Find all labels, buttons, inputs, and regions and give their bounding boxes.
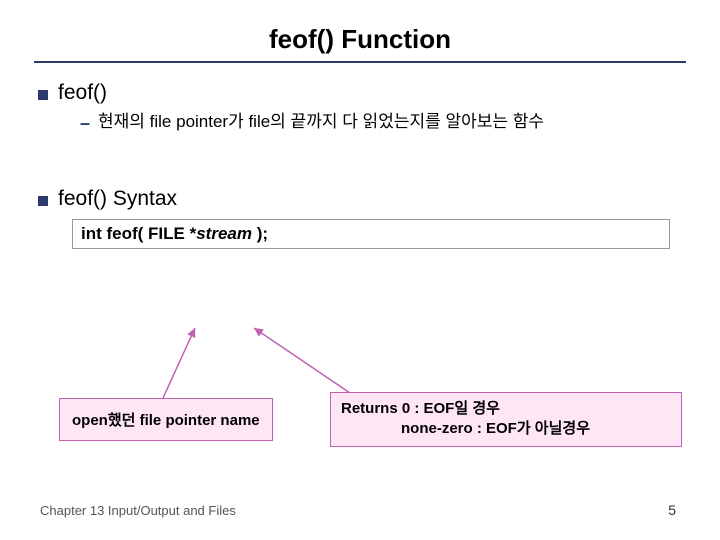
section1-desc-text: 현재의 file pointer가 file의 끝까지 다 읽었는지를 알아보는… bbox=[98, 111, 544, 134]
code-post: ); bbox=[252, 224, 268, 243]
annotation-left-text: open했던 file pointer name bbox=[72, 412, 260, 429]
footer-text: Chapter 13 Input/Output and Files bbox=[40, 503, 236, 518]
slide: feof() Function feof() – 현재의 file pointe… bbox=[0, 0, 720, 540]
page-number: 5 bbox=[668, 502, 676, 518]
annotation-right-line1: Returns 0 : EOF일 경우 bbox=[341, 399, 671, 419]
annotation-right-line2: none-zero : EOF가 아닐경우 bbox=[341, 419, 671, 439]
section1-text: feof() bbox=[58, 81, 107, 105]
section-heading-1: feof() bbox=[38, 81, 686, 105]
slide-title: feof() Function bbox=[34, 24, 686, 63]
section2-text: feof() Syntax bbox=[58, 187, 177, 211]
code-pre: int feof( FILE * bbox=[81, 224, 196, 243]
section1-desc: – 현재의 file pointer가 file의 끝까지 다 읽었는지를 알아… bbox=[80, 111, 676, 135]
code-em: stream bbox=[196, 224, 252, 243]
section-heading-2: feof() Syntax bbox=[38, 187, 686, 211]
dash-bullet-icon: – bbox=[80, 111, 90, 135]
code-box: int feof( FILE *stream ); bbox=[72, 219, 670, 249]
square-bullet-icon bbox=[38, 90, 48, 100]
square-bullet-icon bbox=[38, 196, 48, 206]
annotation-right-box: Returns 0 : EOF일 경우 none-zero : EOF가 아닐경… bbox=[330, 392, 682, 447]
annotation-left-box: open했던 file pointer name bbox=[59, 398, 273, 441]
